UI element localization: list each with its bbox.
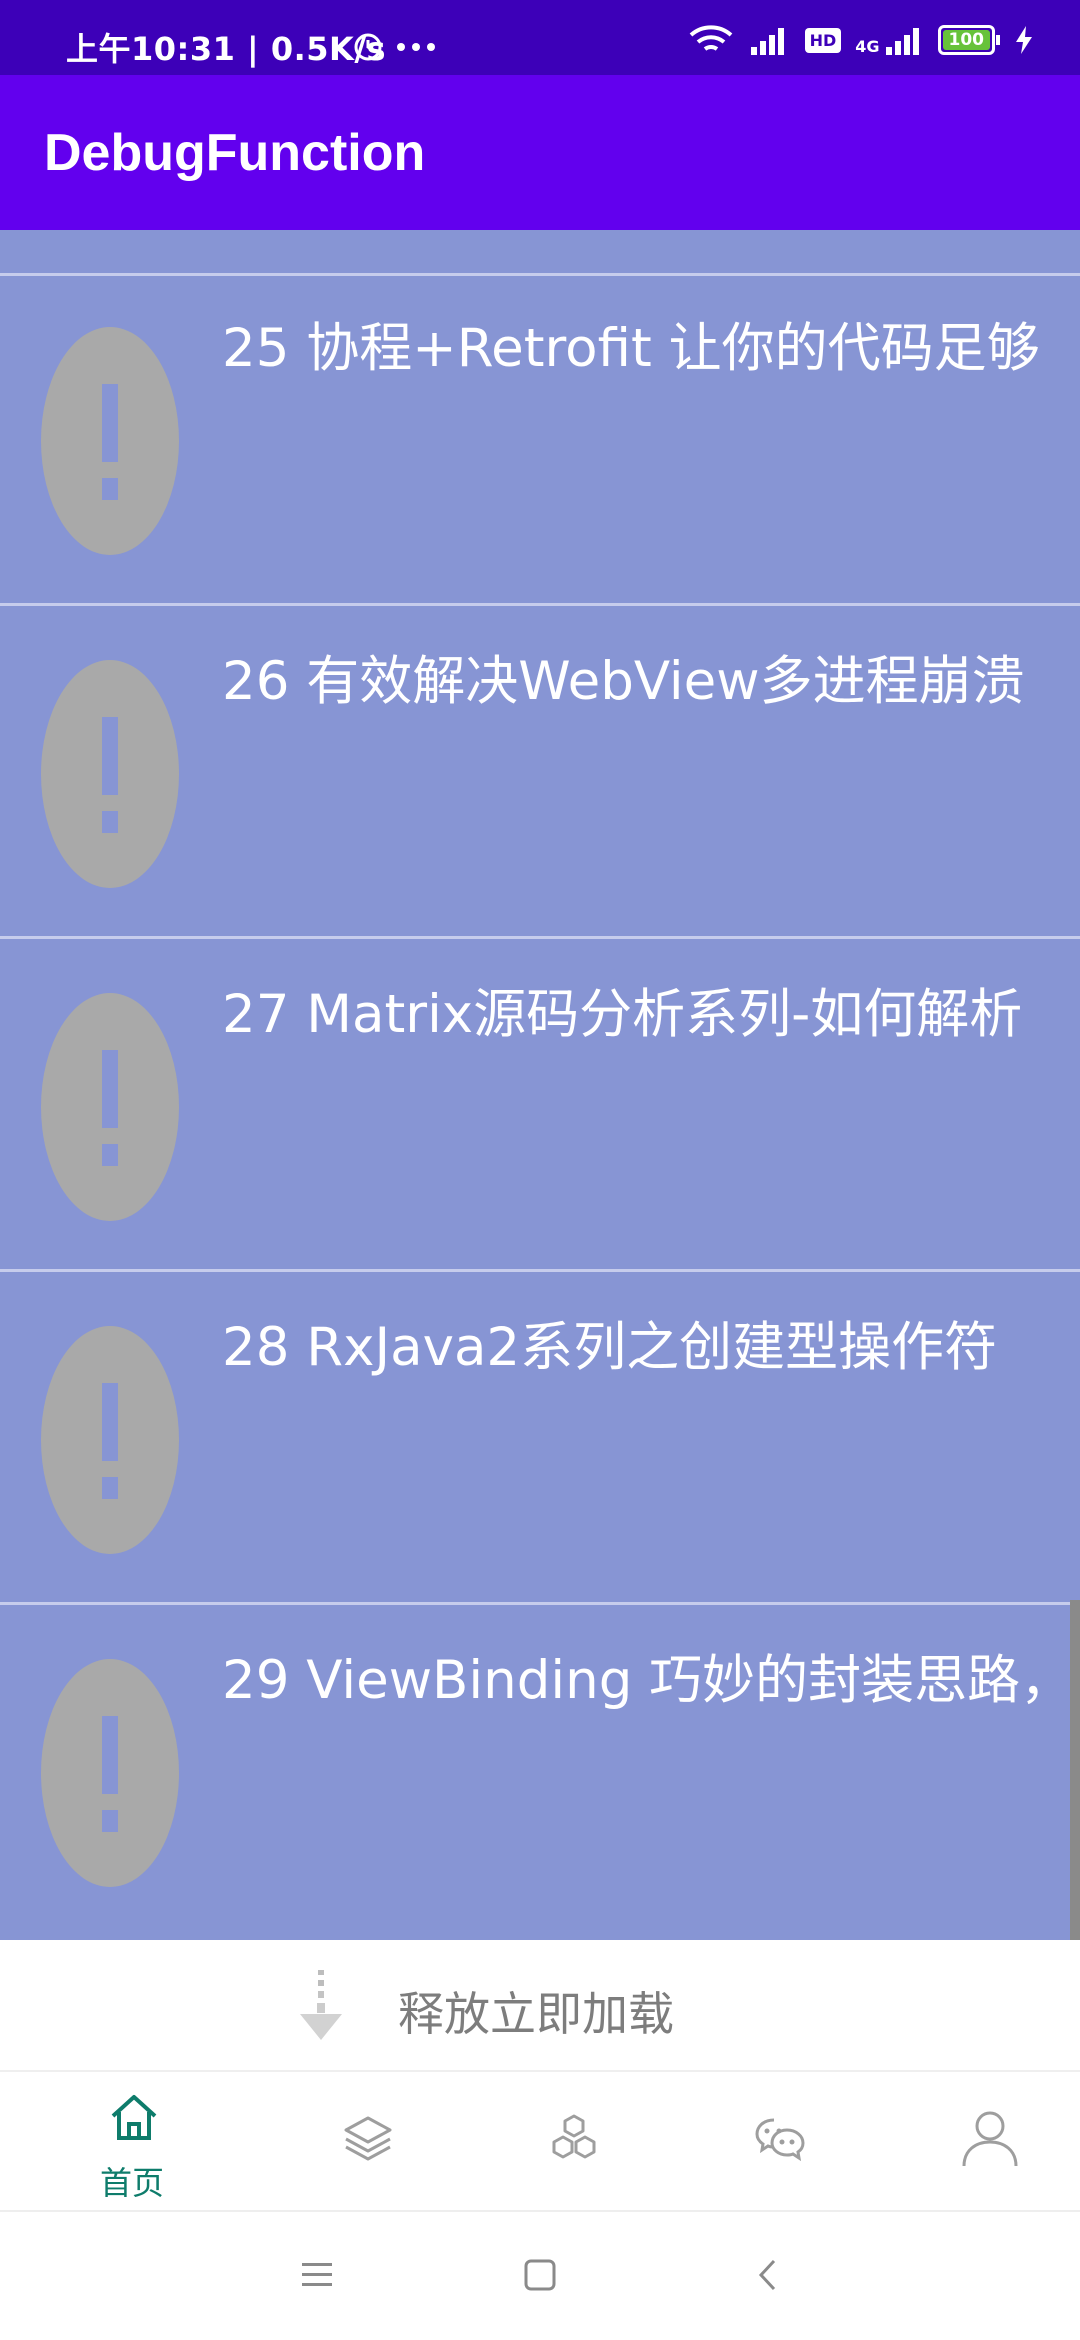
item-title: 26 有效解决WebView多进程崩溃 bbox=[222, 651, 1025, 712]
hd-icon: HD bbox=[804, 27, 842, 53]
list-divider bbox=[0, 603, 1080, 606]
error-placeholder-icon bbox=[41, 1326, 179, 1554]
list-item[interactable]: 26 有效解决WebView多进程崩溃 bbox=[0, 609, 1080, 939]
error-placeholder-icon bbox=[41, 993, 179, 1221]
error-placeholder-icon bbox=[41, 1659, 179, 1887]
back-icon[interactable] bbox=[752, 2258, 786, 2292]
load-more-footer: 释放立即加载 bbox=[0, 1940, 1080, 2070]
list-divider bbox=[0, 936, 1080, 939]
list-item[interactable]: 29 ViewBinding 巧妙的封装思路， bbox=[0, 1608, 1080, 1938]
status-time: 上午10:31 | 0.5K/s bbox=[66, 30, 387, 68]
tab-home-label: 首页 bbox=[99, 2164, 164, 2202]
4g-signal-icon: 4G bbox=[855, 25, 923, 55]
cubes-icon bbox=[552, 2114, 596, 2159]
list-item[interactable]: 25 协程+Retrofit 让你的代码足够 bbox=[0, 276, 1080, 606]
item-title: 25 协程+Retrofit 让你的代码足够 bbox=[222, 318, 1040, 379]
error-placeholder-icon bbox=[41, 660, 179, 888]
item-title: 27 Matrix源码分析系列-如何解析 bbox=[222, 984, 1023, 1045]
tab-wechat[interactable] bbox=[670, 2072, 886, 2212]
wechat-icon bbox=[755, 2118, 805, 2162]
home-square-icon[interactable] bbox=[523, 2258, 557, 2292]
battery-level: 100 bbox=[942, 30, 990, 50]
item-title: 28 RxJava2系列之创建型操作符 bbox=[222, 1317, 998, 1378]
user-icon bbox=[962, 2111, 1018, 2167]
charging-icon bbox=[1016, 26, 1032, 54]
bottom-tab-bar: 首页 bbox=[0, 2070, 1080, 2210]
more-dots-icon bbox=[397, 43, 435, 51]
load-more-text: 释放立即加载 bbox=[398, 1987, 674, 2041]
app-title: DebugFunction bbox=[44, 124, 426, 182]
wifi-icon bbox=[689, 25, 732, 51]
app-bar: DebugFunction bbox=[0, 75, 1080, 230]
tab-project[interactable] bbox=[464, 2072, 680, 2212]
list-divider bbox=[0, 1602, 1080, 1605]
list-divider bbox=[0, 1269, 1080, 1272]
tab-mine[interactable] bbox=[876, 2072, 1080, 2212]
list-item[interactable]: 28 RxJava2系列之创建型操作符 bbox=[0, 1275, 1080, 1605]
tab-system[interactable] bbox=[258, 2072, 474, 2212]
network-type: 4G bbox=[855, 37, 880, 56]
article-list[interactable]: 25 协程+Retrofit 让你的代码足够 26 有效解决WebView多进程… bbox=[0, 230, 1080, 1940]
tab-home[interactable]: 首页 bbox=[24, 2072, 240, 2212]
scrollbar[interactable] bbox=[1070, 1600, 1080, 1940]
arrow-down-icon bbox=[300, 1970, 342, 2040]
system-nav-bar bbox=[0, 2210, 1080, 2340]
home-icon bbox=[111, 2095, 157, 2140]
layers-icon bbox=[344, 2116, 392, 2161]
signal-icon bbox=[750, 28, 784, 55]
list-item[interactable]: 27 Matrix源码分析系列-如何解析 bbox=[0, 942, 1080, 1272]
alarm-icon bbox=[354, 33, 382, 61]
menu-icon[interactable] bbox=[300, 2258, 334, 2292]
battery-icon: 100 bbox=[937, 25, 1000, 55]
status-bar: 上午10:31 | 0.5K/s HD 4G 100 bbox=[0, 0, 1080, 75]
error-placeholder-icon bbox=[41, 327, 179, 555]
item-title: 29 ViewBinding 巧妙的封装思路， bbox=[222, 1650, 1074, 1711]
